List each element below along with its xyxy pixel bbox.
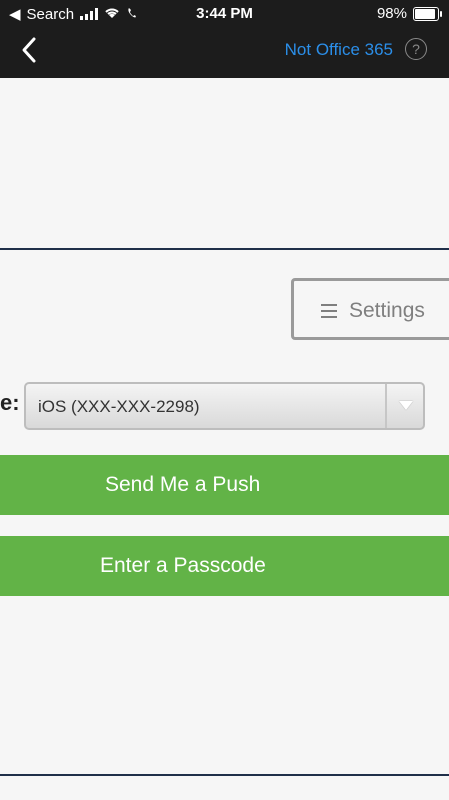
nav-bar: Not Office 365 ? <box>0 26 449 78</box>
section-divider-top <box>0 248 449 250</box>
battery-percent: 98% <box>376 5 407 22</box>
settings-button[interactable]: Settings <box>291 278 449 340</box>
device-select[interactable]: iOS (XXX-XXX-2298) <box>24 382 425 430</box>
back-chevron-icon[interactable] <box>18 36 42 64</box>
status-bar: ◀ Search 3:44 PM 98% <box>0 0 449 26</box>
section-divider-bottom <box>0 774 449 776</box>
help-icon[interactable]: ? <box>405 38 427 60</box>
device-select-value: iOS (XXX-XXX-2298) <box>38 397 200 416</box>
device-select-arrow-box <box>385 384 423 428</box>
settings-label: Settings <box>349 299 425 322</box>
top-bar: ◀ Search 3:44 PM 98% Not Office 365 ? <box>0 0 449 78</box>
chevron-down-icon <box>399 401 413 410</box>
menu-icon <box>321 304 337 322</box>
device-label: e: <box>0 390 20 415</box>
enter-passcode-label: Enter a Passcode <box>100 554 266 577</box>
status-right: 98% <box>376 5 442 22</box>
not-office-365-link[interactable]: Not Office 365 <box>285 40 393 60</box>
battery-icon <box>413 6 442 21</box>
send-push-button[interactable]: Send Me a Push <box>0 455 449 515</box>
enter-passcode-button[interactable]: Enter a Passcode <box>0 536 449 596</box>
send-push-label: Send Me a Push <box>105 473 261 496</box>
